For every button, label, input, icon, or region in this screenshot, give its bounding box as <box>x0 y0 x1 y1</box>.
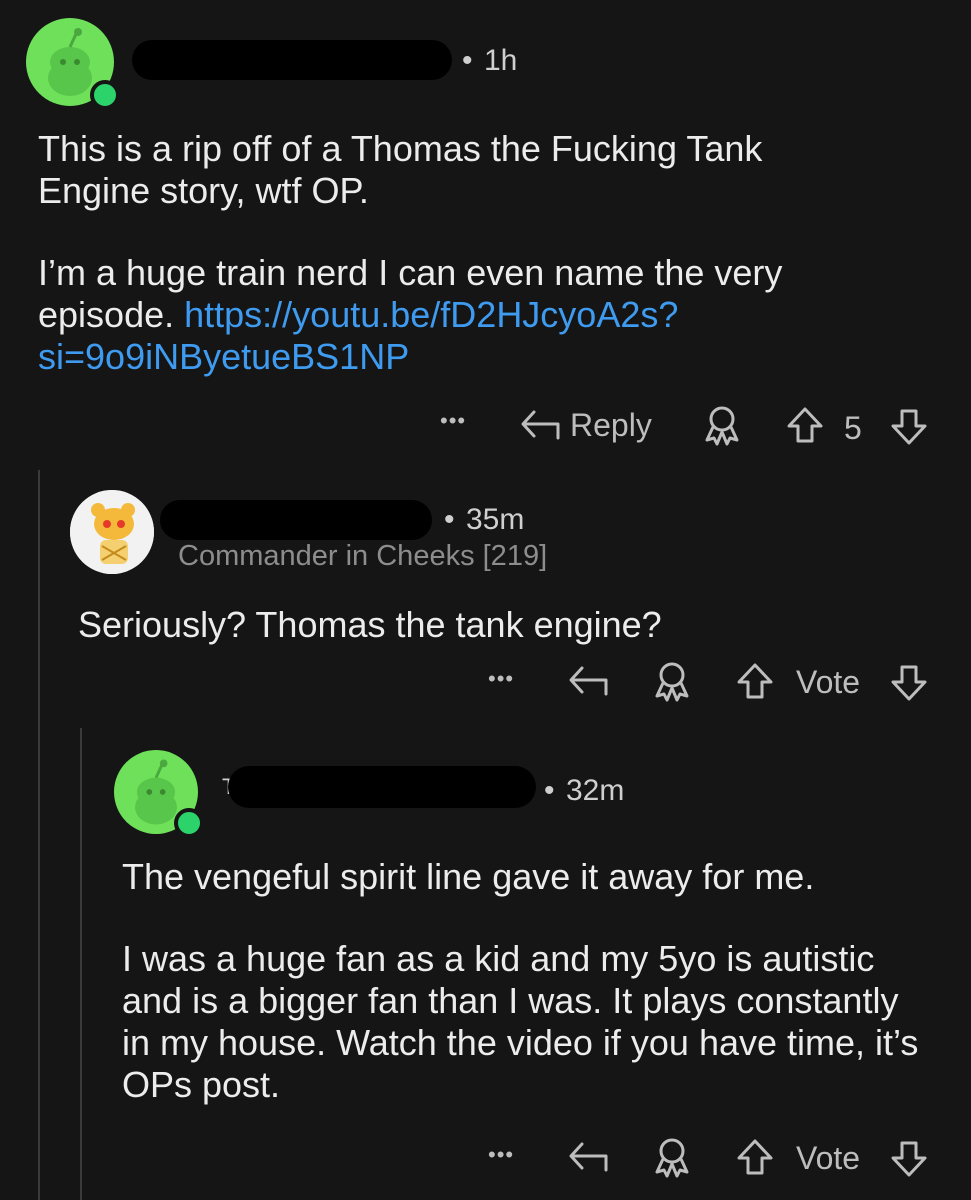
reply-arrow-icon <box>569 666 608 696</box>
downvote-button[interactable] <box>890 408 928 446</box>
upvote-icon <box>787 407 823 443</box>
vote-count: 5 <box>844 410 862 446</box>
award-button[interactable] <box>652 660 692 702</box>
reply-button[interactable]: Reply <box>520 406 652 444</box>
online-dot-icon <box>90 80 120 110</box>
timestamp: 32m <box>566 774 625 807</box>
reply-arrow-icon <box>521 410 560 440</box>
award-icon <box>655 1138 689 1178</box>
award-button[interactable] <box>702 404 742 446</box>
reply-arrow-icon <box>569 1142 608 1172</box>
avatar[interactable] <box>114 750 204 838</box>
upvote-button[interactable] <box>736 662 774 700</box>
award-button[interactable] <box>652 1136 692 1178</box>
comment-paragraph: I’m a huge train nerd I can even name th… <box>38 252 938 378</box>
redacted-username <box>160 500 432 540</box>
comment-text: episode. <box>38 294 175 335</box>
more-options-icon: ••• <box>488 1142 515 1167</box>
more-options-button[interactable]: ••• <box>488 666 514 692</box>
downvote-icon <box>891 665 927 701</box>
reply-button[interactable] <box>568 1138 610 1176</box>
upvote-icon <box>737 1139 773 1175</box>
youtube-link[interactable]: https://youtu.be/fD2HJcyoA2s? <box>184 294 678 335</box>
comment-line: episode. https://youtu.be/fD2HJcyoA2s? <box>38 294 938 336</box>
thread-line-level1 <box>38 470 40 1200</box>
comment-paragraph: The vengeful spirit line gave it away fo… <box>122 856 815 897</box>
separator: • <box>444 503 455 536</box>
comment-body: The vengeful spirit line gave it away fo… <box>122 856 932 1106</box>
separator: • <box>544 774 555 807</box>
avatar[interactable] <box>70 490 154 574</box>
award-icon <box>705 406 739 446</box>
timestamp: 35m <box>466 503 525 536</box>
upvote-button[interactable] <box>736 1138 774 1176</box>
vote-label: Vote <box>796 664 861 700</box>
reply-button[interactable] <box>568 662 610 700</box>
more-options-icon: ••• <box>440 408 467 433</box>
comment-body: Seriously? Thomas the tank engine? <box>78 604 662 645</box>
thread-line-level2 <box>80 728 82 1200</box>
comment-paragraph: This is a rip off of a Thomas the Fuckin… <box>38 128 763 211</box>
award-icon <box>655 662 689 702</box>
comment-line: I’m a huge train nerd I can even name th… <box>38 252 783 293</box>
user-flair: Commander in Cheeks [219] <box>178 540 548 572</box>
downvote-button[interactable] <box>890 1140 928 1178</box>
avatar[interactable] <box>26 18 120 110</box>
comment-body: This is a rip off of a Thomas the Fuckin… <box>38 128 938 378</box>
upvote-button[interactable] <box>786 406 824 444</box>
redacted-username <box>132 40 452 80</box>
more-options-icon: ••• <box>488 666 515 691</box>
separator: • <box>462 44 473 77</box>
redacted-username <box>228 766 536 808</box>
youtube-link-continued[interactable]: si=9o9iNByetueBS1NP <box>38 336 938 378</box>
vote-label: Vote <box>796 1140 861 1176</box>
upvote-icon <box>737 663 773 699</box>
more-options-button[interactable]: ••• <box>440 408 466 434</box>
downvote-button[interactable] <box>890 664 928 702</box>
timestamp: 1h <box>484 44 518 77</box>
downvote-icon <box>891 409 927 445</box>
reply-label: Reply <box>570 406 652 443</box>
more-options-button[interactable]: ••• <box>488 1142 514 1168</box>
downvote-icon <box>891 1141 927 1177</box>
online-dot-icon <box>174 808 204 838</box>
comment-paragraph: I was a huge fan as a kid and my 5yo is … <box>122 938 919 1105</box>
snoo-tiger-avatar-icon <box>70 490 154 574</box>
